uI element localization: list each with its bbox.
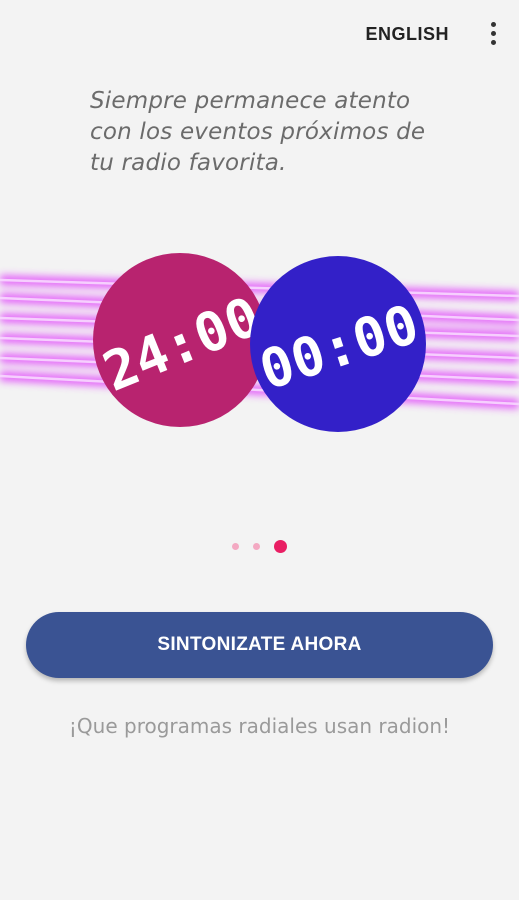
clock-left: 24:00 [93, 253, 269, 427]
onboarding-tagline: Siempre permanece atento con los eventos… [90, 86, 450, 179]
page-dot-1[interactable] [232, 542, 239, 550]
page-dot-3-active[interactable] [274, 539, 287, 553]
page-indicator [0, 538, 519, 554]
more-vert-icon[interactable] [483, 20, 503, 52]
radio-programs-link[interactable]: ¡Que programas radiales usan radion! [0, 714, 519, 738]
clock-right: 00:00 [250, 256, 426, 432]
top-app-bar: ENGLISH [0, 0, 519, 72]
tagline-line: tu radio favorita. [90, 150, 287, 176]
language-button[interactable]: ENGLISH [365, 24, 449, 45]
tagline-line: con los eventos próximos de [90, 119, 426, 145]
tune-in-button[interactable]: SINTONIZATE AHORA [26, 612, 493, 678]
page-dot-2[interactable] [253, 542, 260, 550]
clocks-illustration: 24:00 00:00 [0, 253, 519, 432]
tagline-line: Siempre permanece atento [90, 88, 411, 114]
